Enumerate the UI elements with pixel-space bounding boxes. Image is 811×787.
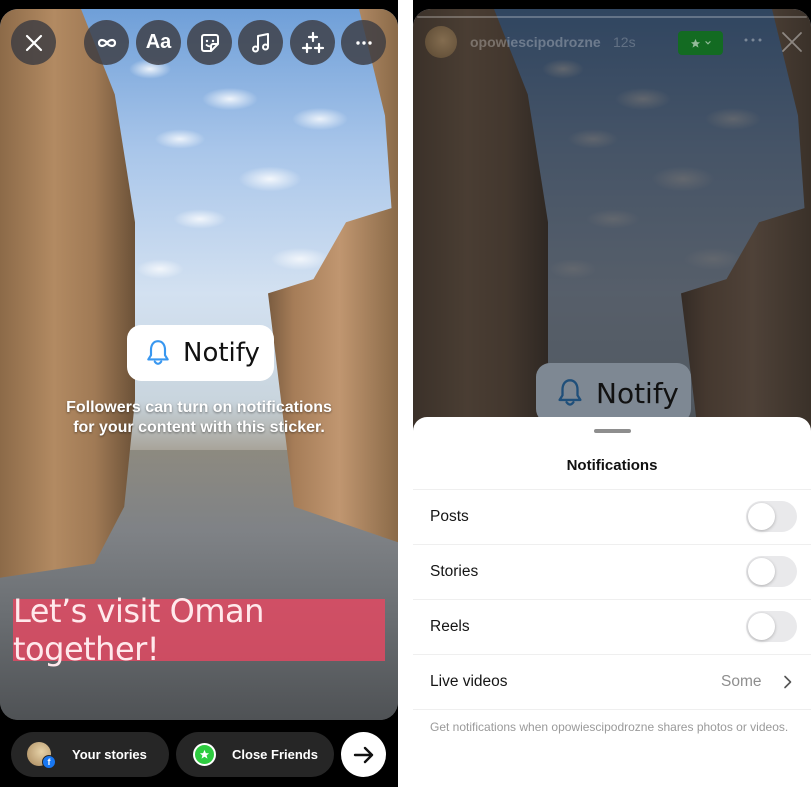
story-caption-text[interactable]: Let’s visit Oman together! xyxy=(13,592,385,668)
chevron-down-icon xyxy=(704,41,711,45)
close-friends-badge[interactable] xyxy=(678,31,723,55)
chevron-right-icon xyxy=(784,675,792,688)
bell-icon xyxy=(147,340,169,365)
sticker-button[interactable] xyxy=(187,20,232,65)
row-label: Live videos xyxy=(430,672,508,690)
row-label: Reels xyxy=(430,617,470,635)
live-videos-value: Some xyxy=(721,672,762,690)
more-horizontal-icon[interactable] xyxy=(743,33,763,47)
author-avatar[interactable] xyxy=(425,26,457,58)
row-stories[interactable]: Stories xyxy=(413,544,811,599)
sheet-title: Notifications xyxy=(566,457,658,474)
story-progress-bar xyxy=(417,16,807,18)
posts-toggle[interactable] xyxy=(746,501,797,532)
toggle-knob xyxy=(748,558,775,585)
row-reels[interactable]: Reels xyxy=(413,599,811,654)
notify-label: Notify xyxy=(183,338,260,368)
toggle-knob xyxy=(748,613,775,640)
share-next-button[interactable] xyxy=(341,732,386,777)
notifications-sheet: Notifications Posts Stories Reels Live v… xyxy=(413,417,811,787)
row-posts[interactable]: Posts xyxy=(413,489,811,544)
sticker-hint-line-1: Followers can turn on notifications xyxy=(66,399,332,416)
toggle-knob xyxy=(748,503,775,530)
row-label: Stories xyxy=(430,562,479,580)
bell-icon xyxy=(558,379,582,406)
close-friends-button[interactable]: Close Friends xyxy=(176,732,334,777)
story-editor-screen: Aa Notify Followers can turn on notifica… xyxy=(0,0,398,787)
row-live-videos[interactable]: Live videos Some xyxy=(413,654,811,709)
your-stories-label: Your stories xyxy=(72,747,147,762)
sticker-icon xyxy=(200,33,219,52)
sheet-drag-handle[interactable] xyxy=(594,429,631,433)
author-username[interactable]: opowiescipodrozne xyxy=(470,34,601,50)
sticker-hint-line-2: for your content with this sticker. xyxy=(73,419,325,436)
music-note-icon xyxy=(251,32,269,52)
notify-sticker[interactable]: Notify xyxy=(536,363,691,423)
music-button[interactable] xyxy=(238,20,283,65)
arrow-right-icon xyxy=(353,746,373,763)
text-icon: Aa xyxy=(145,31,172,53)
boomerang-button[interactable] xyxy=(84,20,129,65)
close-button[interactable] xyxy=(11,20,56,65)
story-timestamp: 12s xyxy=(613,34,636,50)
story-viewer-screen: opowiescipodrozne 12s Notify Notificatio… xyxy=(413,0,811,787)
divider xyxy=(413,709,811,710)
your-stories-button[interactable]: f Your stories xyxy=(11,732,169,777)
sheet-footnote: Get notifications when opowiescipodrozne… xyxy=(430,720,789,734)
more-options-button[interactable] xyxy=(341,20,386,65)
more-horizontal-icon xyxy=(355,40,372,45)
facebook-icon: f xyxy=(42,755,56,769)
reels-toggle[interactable] xyxy=(746,611,797,642)
star-icon xyxy=(690,38,700,48)
text-tool-button[interactable]: Aa xyxy=(136,20,181,65)
infinity-icon xyxy=(97,38,116,47)
row-label: Posts xyxy=(430,507,469,525)
notify-sticker[interactable]: Notify xyxy=(127,325,274,381)
close-icon xyxy=(25,34,42,51)
close-icon[interactable] xyxy=(780,30,804,54)
effects-button[interactable] xyxy=(290,20,335,65)
close-friends-label: Close Friends xyxy=(232,747,318,762)
stories-toggle[interactable] xyxy=(746,556,797,587)
close-friends-star-icon xyxy=(193,743,216,766)
sparkles-icon xyxy=(301,31,324,53)
notify-label: Notify xyxy=(596,376,679,410)
